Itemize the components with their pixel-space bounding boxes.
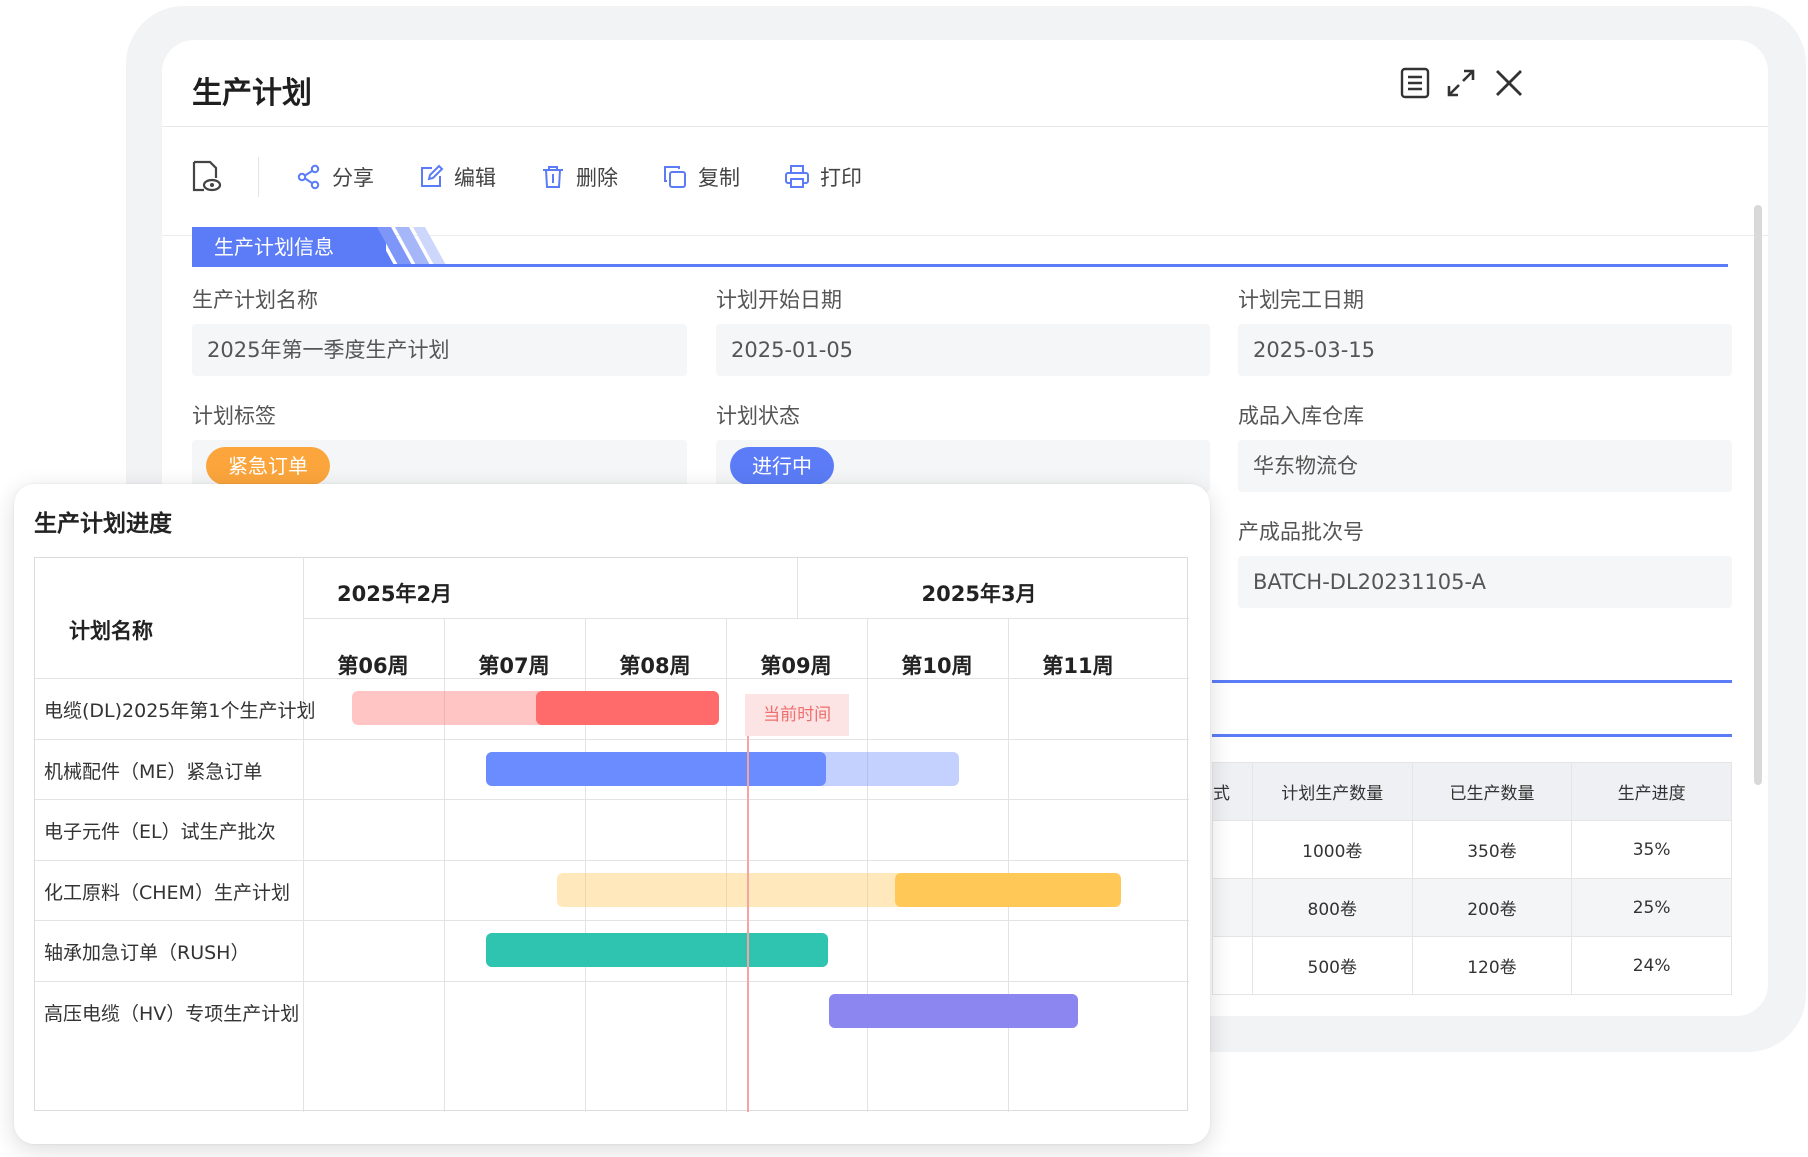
- close-icon[interactable]: [1492, 66, 1526, 100]
- end-date-field[interactable]: 2025-03-15: [1238, 324, 1732, 376]
- gantt-week-divider: [1008, 618, 1009, 1112]
- table-cell: 200卷: [1411, 878, 1573, 937]
- gantt-week-label: 第07周: [478, 654, 550, 678]
- gantt-week-label: 第06周: [337, 654, 409, 678]
- share-button[interactable]: 分享: [296, 159, 374, 195]
- gantt-name-divider: [303, 558, 304, 1112]
- table-row[interactable]: 800卷 200卷 25%: [1212, 878, 1732, 937]
- table-header: 式: [1212, 762, 1253, 821]
- table-header: 生产进度: [1571, 762, 1732, 821]
- gantt-bar-progress: [828, 994, 1079, 1028]
- gantt-row-divider: [35, 920, 1189, 922]
- current-time-label: 当前时间: [745, 694, 850, 736]
- section-underline-3: [1212, 734, 1732, 737]
- document-list-icon[interactable]: [1398, 66, 1432, 100]
- gantt-week-divider: [867, 618, 868, 1112]
- print-button[interactable]: 打印: [784, 159, 862, 195]
- gantt-card: 生产计划进度 计划名称 2025年2月 2025年3月第06周 第07周 第08周 第0…: [14, 484, 1210, 1144]
- gantt-month-label: 2025年3月: [921, 582, 1037, 606]
- gantt-row-name: 电缆(DL)2025年第1个生产计划: [44, 700, 316, 722]
- toolbar-divider: [258, 157, 259, 197]
- urgent-tag: 紧急订单: [206, 447, 330, 485]
- dialog-title: 生产计划: [192, 76, 312, 111]
- table-cell: 120卷: [1411, 936, 1573, 995]
- plan-name-field[interactable]: 2025年第一季度生产计划: [192, 324, 687, 376]
- gantt-bar-progress: [486, 933, 828, 968]
- share-icon: [297, 164, 320, 190]
- share-label: 分享: [332, 166, 374, 190]
- edit-icon: [421, 164, 444, 187]
- copy-icon: [664, 166, 686, 188]
- batch-no-label: 产成品批次号: [1238, 520, 1364, 544]
- table-row[interactable]: 1000卷 350卷 35%: [1212, 820, 1732, 879]
- status-badge: 进行中: [730, 447, 834, 485]
- gantt-row-name: 化工原料（CHEM）生产计划: [44, 881, 290, 904]
- edit-button[interactable]: 编辑: [418, 159, 496, 195]
- table-cell: 25%: [1571, 878, 1732, 937]
- gantt-row-name: 高压电缆（HV）专项生产计划: [44, 1003, 300, 1025]
- gantt-bar-progress: [486, 751, 827, 786]
- section-tab-stripes: [355, 227, 447, 267]
- gantt-week-label: 第08周: [619, 654, 691, 678]
- table-header: 计划生产数量: [1251, 762, 1413, 821]
- printer-icon: [785, 165, 809, 188]
- gantt-week-label: 第10周: [901, 654, 973, 678]
- gantt-month-label: 2025年2月: [337, 582, 453, 606]
- warehouse-field[interactable]: 华东物流仓: [1238, 440, 1732, 492]
- table-row[interactable]: 500卷 120卷 24%: [1212, 936, 1732, 995]
- gantt-title: 生产计划进度: [34, 511, 172, 537]
- gantt-month-separator: [796, 558, 798, 618]
- print-label: 打印: [820, 166, 862, 190]
- gantt-name-header: 计划名称: [69, 619, 153, 643]
- preview-doc-icon[interactable]: [190, 159, 222, 193]
- gantt-row-name: 轴承加急订单（RUSH）: [44, 942, 250, 965]
- gantt-week-label: 第11周: [1042, 654, 1114, 678]
- start-date-field[interactable]: 2025-01-05: [716, 324, 1210, 376]
- gantt-row-divider: [35, 859, 1189, 861]
- table-cell: 1000卷: [1251, 820, 1413, 879]
- gantt-week-divider: [726, 618, 727, 1112]
- gantt-row-divider: [35, 799, 1189, 801]
- gantt-week-label: 第09周: [760, 654, 832, 678]
- delete-label: 删除: [576, 166, 618, 190]
- gantt-row-name: 电子元件（EL）试生产批次: [44, 821, 276, 844]
- gantt-row-divider: [35, 981, 1189, 982]
- tag-label: 计划标签: [192, 404, 276, 428]
- table-cell: 500卷: [1251, 936, 1413, 995]
- gantt-bar-progress: [895, 872, 1121, 907]
- table-cell: 800卷: [1251, 878, 1413, 937]
- copy-button[interactable]: 复制: [662, 159, 740, 195]
- gantt-header-divider: [35, 678, 1189, 679]
- batch-no-field[interactable]: BATCH-DL20231105-A: [1238, 556, 1732, 608]
- table-cell: [1212, 936, 1253, 995]
- copy-label: 复制: [698, 166, 740, 190]
- section-underline-2: [1212, 680, 1732, 683]
- table-cell: 350卷: [1411, 820, 1573, 879]
- toolbar: 分享 编辑 删除 复制 打印: [162, 127, 1768, 236]
- table-cell: [1212, 820, 1253, 879]
- status-label: 计划状态: [716, 404, 800, 428]
- plan-name-label: 生产计划名称: [192, 288, 318, 312]
- trash-icon: [543, 166, 563, 188]
- expand-icon[interactable]: [1444, 66, 1478, 100]
- table-cell: 35%: [1571, 820, 1732, 879]
- table-header-row: 式 计划生产数量 已生产数量 生产进度: [1212, 762, 1732, 821]
- table-header: 已生产数量: [1411, 762, 1573, 821]
- vertical-scrollbar[interactable]: [1754, 205, 1762, 785]
- current-time-line: [747, 736, 750, 1112]
- end-date-label: 计划完工日期: [1238, 288, 1364, 312]
- gantt-row-divider: [35, 738, 1189, 740]
- production-table: 式 计划生产数量 已生产数量 生产进度 1000卷 350卷 35% 800卷 …: [1212, 762, 1732, 1010]
- gantt-grid: 计划名称 2025年2月 2025年3月第06周 第07周 第08周 第09周 第10周 第…: [34, 557, 1189, 1112]
- warehouse-label: 成品入库仓库: [1238, 404, 1364, 428]
- section-underline: [192, 264, 1728, 267]
- gantt-bar-progress: [535, 691, 719, 725]
- delete-button[interactable]: 删除: [540, 159, 618, 195]
- table-cell: 24%: [1571, 936, 1732, 995]
- edit-label: 编辑: [454, 166, 496, 190]
- table-cell: [1212, 878, 1253, 937]
- start-date-label: 计划开始日期: [716, 288, 842, 312]
- gantt-row-name: 机械配件（ME）紧急订单: [44, 760, 263, 783]
- gantt-month-divider: [303, 618, 1189, 619]
